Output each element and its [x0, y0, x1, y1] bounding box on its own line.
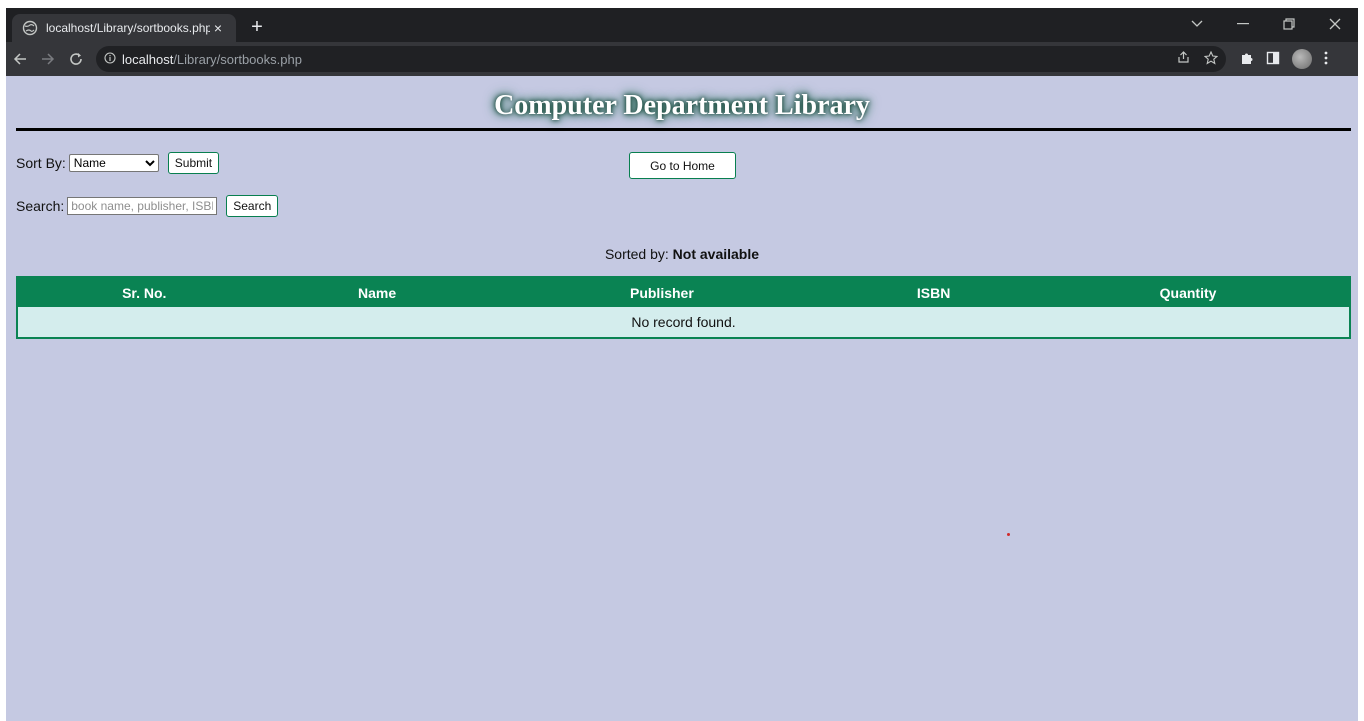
browser-tab[interactable]: localhost/Library/sortbooks.php × — [12, 14, 236, 42]
search-input[interactable] — [67, 197, 218, 215]
address-bar[interactable]: localhost/Library/sortbooks.php — [96, 46, 1226, 72]
column-header-isbn: ISBN — [840, 277, 1028, 307]
submit-button[interactable]: Submit — [167, 152, 220, 174]
column-header-sr-no: Sr. No. — [17, 277, 271, 307]
tab-title: localhost/Library/sortbooks.php — [46, 21, 210, 35]
forward-arrow-icon[interactable] — [34, 45, 62, 73]
globe-icon — [22, 20, 38, 36]
sorted-by-value: Not available — [672, 246, 760, 262]
browser-window: localhost/Library/sortbooks.php × + loca… — [6, 8, 1358, 721]
column-header-publisher: Publisher — [483, 277, 841, 307]
books-table: Sr. No. Name Publisher ISBN Quantity No … — [16, 276, 1351, 339]
info-icon[interactable] — [104, 51, 122, 67]
kebab-menu-icon[interactable] — [1324, 51, 1328, 68]
url-path: /Library/sortbooks.php — [173, 51, 302, 67]
reload-icon[interactable] — [62, 45, 90, 73]
avatar[interactable] — [1292, 49, 1312, 69]
mouse-cursor-dot — [1007, 533, 1010, 536]
tab-search-icon[interactable] — [1174, 8, 1220, 40]
column-header-name: Name — [270, 277, 484, 307]
title-divider — [16, 128, 1351, 131]
star-icon[interactable] — [1203, 50, 1219, 68]
sorted-by-status: Sorted by: Not available — [6, 246, 1358, 262]
new-tab-button[interactable]: + — [246, 17, 268, 39]
browser-toolbar: localhost/Library/sortbooks.php — [6, 42, 1358, 76]
table-header-row: Sr. No. Name Publisher ISBN Quantity — [17, 277, 1350, 307]
tab-close-icon[interactable]: × — [210, 20, 226, 36]
sorted-by-label: Sorted by: — [604, 246, 669, 262]
back-arrow-icon[interactable] — [6, 45, 34, 73]
extensions-area — [1240, 49, 1328, 69]
close-window-icon[interactable] — [1312, 8, 1358, 40]
side-panel-icon[interactable] — [1266, 51, 1280, 68]
page-content: Computer Department Library Sort By: Nam… — [6, 76, 1358, 721]
go-to-home-button[interactable]: Go to Home — [629, 152, 736, 179]
omnibox-actions — [1177, 50, 1219, 68]
table-row: No record found. — [17, 307, 1350, 338]
search-form: Search: Search — [16, 195, 279, 217]
share-icon[interactable] — [1177, 50, 1190, 68]
empty-message: No record found. — [17, 307, 1350, 338]
sort-label: Sort By: — [16, 155, 66, 171]
search-button[interactable]: Search — [226, 195, 279, 217]
restore-icon[interactable] — [1266, 8, 1312, 40]
window-controls — [1174, 8, 1358, 42]
tab-strip: localhost/Library/sortbooks.php × + — [6, 8, 1358, 42]
sort-form: Sort By: Name Submit — [16, 152, 220, 174]
puzzle-icon[interactable] — [1240, 51, 1254, 68]
column-header-quantity: Quantity — [1027, 277, 1350, 307]
search-label: Search: — [16, 198, 65, 214]
page-title: Computer Department Library — [494, 90, 870, 121]
minimize-icon[interactable] — [1220, 8, 1266, 40]
url-host: localhost — [122, 51, 174, 67]
sort-select[interactable]: Name — [68, 154, 159, 172]
